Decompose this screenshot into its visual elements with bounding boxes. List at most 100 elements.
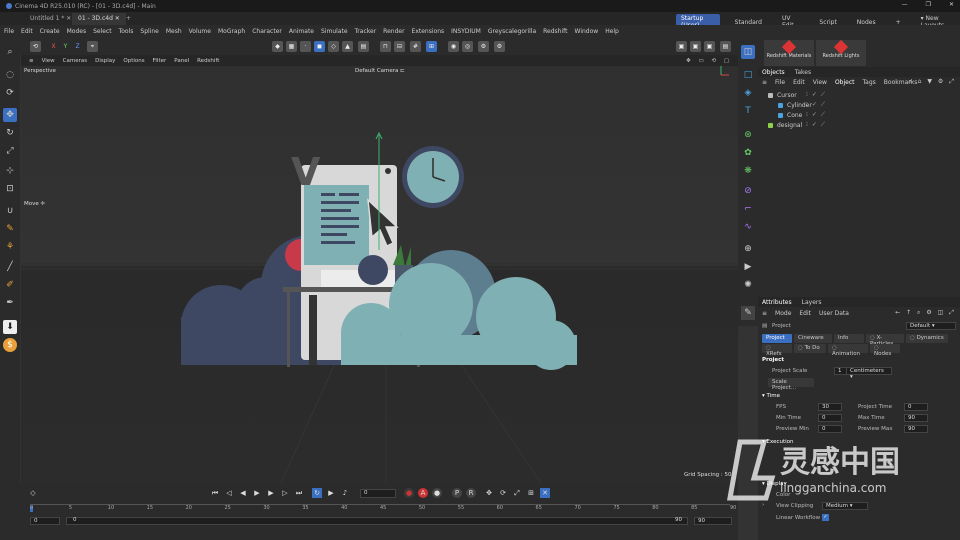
objects-menu-file[interactable]: File xyxy=(775,79,785,86)
bend-icon[interactable]: ⌐ xyxy=(741,202,755,216)
effector-icon[interactable]: ❋ xyxy=(741,164,755,178)
close-icon[interactable]: ✕ xyxy=(949,1,954,8)
pen-icon[interactable]: ✐ xyxy=(3,278,17,292)
objects-menu-edit[interactable]: Edit xyxy=(793,79,805,86)
next-keyframe-icon[interactable]: ▷ xyxy=(280,488,290,498)
paint-icon[interactable]: ✎ xyxy=(3,222,17,236)
deformer-icon[interactable]: ⊘ xyxy=(741,184,755,198)
tab-takes[interactable]: Takes xyxy=(795,69,811,76)
tab-layers[interactable]: Layers xyxy=(802,299,822,306)
objects-menu-tags[interactable]: Tags xyxy=(863,79,876,86)
objects-menu-icon[interactable]: ≡ xyxy=(762,79,767,86)
render-queue-icon[interactable]: ⚙ xyxy=(494,41,505,52)
attributes-menu-user-data[interactable]: User Data xyxy=(819,310,849,317)
menu-window[interactable]: Window xyxy=(575,28,599,35)
transform-icon[interactable]: ⊹ xyxy=(3,164,17,178)
object-row[interactable]: designal ⁝ ✓ ⟋ xyxy=(762,120,958,130)
undo-icon[interactable]: ⟲ xyxy=(30,41,41,52)
render-view-icon[interactable]: ◎ xyxy=(462,41,473,52)
section-execution[interactable]: ▾ Execution xyxy=(762,439,794,445)
playback-mode-icon[interactable]: ▶ xyxy=(326,488,336,498)
go-to-start-icon[interactable]: ⏮ xyxy=(210,488,220,498)
keyframe-selection-icon[interactable]: ● xyxy=(432,488,442,498)
doc-tab-active[interactable]: 01 - 3D.c4d ✕ xyxy=(72,13,126,25)
knife-icon[interactable]: ╱ xyxy=(3,260,17,274)
menu-modes[interactable]: Modes xyxy=(67,28,86,35)
rotate-tool-icon[interactable]: ↻ xyxy=(3,126,17,140)
viewport-menu-icon[interactable]: ≡ xyxy=(29,58,34,64)
objects-menu-object[interactable]: Object xyxy=(835,79,855,86)
key-position-icon[interactable]: P xyxy=(452,488,462,498)
range-end-input[interactable]: 90 xyxy=(694,517,732,525)
menu-file[interactable]: File xyxy=(4,28,14,35)
attr-tab-to-do[interactable]: ◌ To Do xyxy=(794,344,826,353)
menu-insydium[interactable]: INSYDIUM xyxy=(451,28,481,35)
attr-tab-xrefs[interactable]: ◌ XRefs xyxy=(762,344,792,357)
snap-icon[interactable]: ⊓ xyxy=(380,41,391,52)
align-icon[interactable]: ⊡ xyxy=(3,182,17,196)
prev-keyframe-icon[interactable]: ◁ xyxy=(224,488,234,498)
section-display[interactable]: ▾ Display xyxy=(762,481,787,487)
object-visibility-icons[interactable]: ⁝ ✓ ⟋ xyxy=(806,111,826,119)
select-live-icon[interactable]: ◌ xyxy=(3,68,17,82)
mograph-icon[interactable]: ✿ xyxy=(741,146,755,160)
objects-filter-icons[interactable]: ⌕ ⌂ ▼ ⚙ ⤢ xyxy=(908,78,956,86)
attr-tab-project[interactable]: Project xyxy=(762,334,792,343)
render-region-icon[interactable]: ◉ xyxy=(448,41,459,52)
viewport-menu-view[interactable]: View xyxy=(42,58,55,64)
attributes-menu-icon[interactable]: ≡ xyxy=(762,310,767,317)
attr-tab-dynamics[interactable]: ◌ Dynamics xyxy=(906,334,948,343)
timeline-settings-icon[interactable]: ◇ xyxy=(28,488,38,498)
rotate-view-icon[interactable]: ⟳ xyxy=(3,86,17,100)
range-slider[interactable] xyxy=(66,517,688,525)
minimize-icon[interactable]: — xyxy=(902,1,908,8)
clapper-icon[interactable]: ▣ xyxy=(676,41,687,52)
search-icon[interactable]: ⌕ xyxy=(3,45,17,59)
next-frame-icon[interactable]: ▶ xyxy=(266,488,276,498)
menu-render[interactable]: Render xyxy=(383,28,404,35)
quantize-icon[interactable]: ⊞ xyxy=(426,41,437,52)
menu-edit[interactable]: Edit xyxy=(21,28,33,35)
key-move-icon[interactable]: ✥ xyxy=(484,488,494,498)
menu-select[interactable]: Select xyxy=(93,28,112,35)
viewport-menu-panel[interactable]: Panel xyxy=(174,58,189,64)
project-time-input[interactable]: 0 xyxy=(904,403,928,411)
attr-tab-nodes[interactable]: ◌ Nodes xyxy=(870,344,900,357)
autokey-icon[interactable]: A xyxy=(418,488,428,498)
picture-viewer-icon[interactable]: ▤ xyxy=(720,41,731,52)
viewport-nav-icons[interactable]: ✥ ▭ ⟲ ▢ xyxy=(686,58,732,64)
key-rotation-icon[interactable]: R xyxy=(466,488,476,498)
download-icon[interactable]: ⬇ xyxy=(3,320,17,334)
object-row[interactable]: Cylinder ⁝ ✓ ⟋ xyxy=(762,100,958,110)
preview-min-input[interactable]: 0 xyxy=(818,425,842,433)
camera-icon[interactable]: ▶ xyxy=(741,260,755,274)
menu-simulate[interactable]: Simulate xyxy=(321,28,348,35)
section-time[interactable]: ▾ Time xyxy=(762,393,780,399)
camera-label[interactable]: Default Camera ⊏ xyxy=(355,68,405,74)
key-param-icon[interactable]: ⊞ xyxy=(526,488,536,498)
viewport-menu-display[interactable]: Display xyxy=(95,58,115,64)
menu-greyscalegorilla[interactable]: Greyscalegorilla xyxy=(488,28,536,35)
record-icon[interactable]: ● xyxy=(404,488,414,498)
x-axis-toggle[interactable]: X xyxy=(48,41,59,52)
menu-create[interactable]: Create xyxy=(40,28,60,35)
texture-mode-icon[interactable]: ▦ xyxy=(286,41,297,52)
doc-tab-untitled[interactable]: Untitled 1 * ✕ xyxy=(24,13,77,25)
current-frame-input[interactable]: 0 xyxy=(360,489,396,498)
object-mode-icon[interactable]: ◼ xyxy=(314,41,325,52)
object-row[interactable]: Cone ⁝ ✓ ⟋ xyxy=(762,110,958,120)
project-scale-unit-select[interactable]: Centimeters ▾ xyxy=(846,367,892,380)
redshift-lights-button[interactable]: Redshift Lights xyxy=(816,39,866,66)
loop-icon[interactable]: ↻ xyxy=(312,488,322,498)
add-tab-button[interactable]: + xyxy=(120,13,137,25)
fps-input[interactable]: 30 xyxy=(818,403,842,411)
cloner-icon[interactable]: ⊛ xyxy=(741,128,755,142)
redshift-materials-button[interactable]: Redshift Materials xyxy=(764,39,814,66)
preview-max-input[interactable]: 90 xyxy=(904,425,928,433)
attributes-menu-edit[interactable]: Edit xyxy=(799,310,811,317)
menu-character[interactable]: Character xyxy=(252,28,282,35)
view-clipping-select[interactable]: Medium ▾ xyxy=(822,502,868,510)
primitive-cube-icon[interactable]: ◈ xyxy=(741,86,755,100)
environment-icon[interactable]: ⊕ xyxy=(741,242,755,256)
object-row[interactable]: Cursor ⁝ ✓ ⟋ xyxy=(762,90,958,100)
